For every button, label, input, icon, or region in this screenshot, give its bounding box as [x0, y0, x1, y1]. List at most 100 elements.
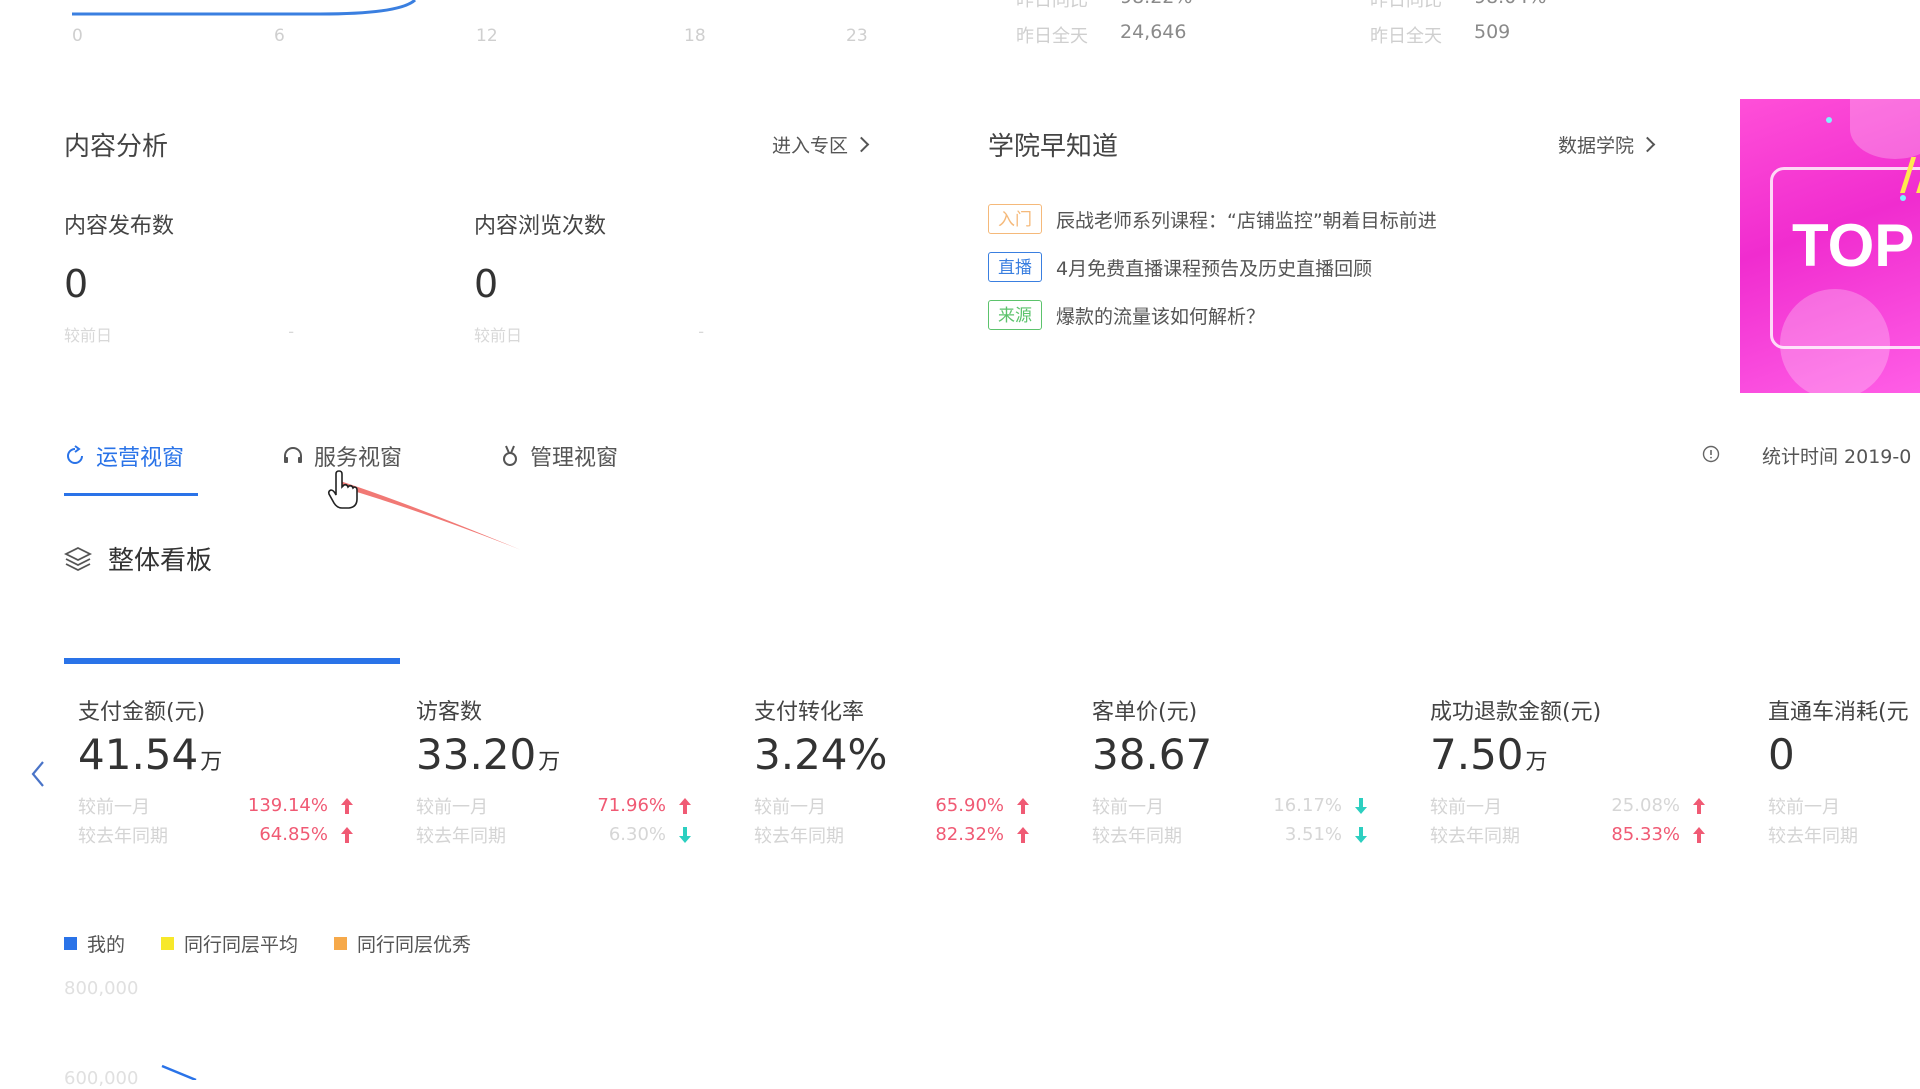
compare-year: 较去年同期 6.30%	[416, 820, 736, 849]
kpi-value: 38.67	[1092, 730, 1213, 779]
refresh-icon	[67, 445, 83, 464]
kpi-value: 7.50万	[1430, 730, 1548, 779]
metric-publish-count: 内容发布数 0 较前日 -	[64, 208, 294, 346]
kpi-ad-spend[interactable]: 直通车消耗(元 0 较前一月 较去年同期	[1768, 694, 1918, 849]
tab-management[interactable]: 管理视窗	[500, 440, 618, 472]
tab-active-indicator	[64, 493, 198, 496]
arrow-up-icon	[341, 826, 353, 843]
kpi-selected-indicator	[64, 658, 400, 664]
kpi-payment-amount[interactable]: 支付金额(元) 41.54万 较前一月 139.14% 较去年同期 64.85%	[78, 694, 398, 849]
content-analysis-title: 内容分析	[64, 132, 169, 162]
compare-month: 较前一月 16.17%	[1092, 791, 1412, 820]
arrow-down-icon	[679, 826, 691, 843]
arrow-down-icon	[1355, 826, 1367, 843]
tab-label: 运营视窗	[96, 446, 185, 471]
legend-label: 我的	[87, 934, 126, 956]
decor-dot	[1826, 117, 1832, 123]
list-item[interactable]: 入门 辰战老师系列课程：“店铺监控”朝着目标前进	[988, 202, 1437, 236]
stat-label: 昨日同比	[1016, 0, 1088, 11]
kpi-label: 支付转化率	[754, 700, 865, 725]
stat-value: 509	[1474, 21, 1511, 43]
compare-month: 较前一月 25.08%	[1430, 791, 1750, 820]
hourly-trend-line	[72, 0, 417, 16]
data-academy-label: 数据学院	[1558, 135, 1635, 157]
academy-list: 入门 辰战老师系列课程：“店铺监控”朝着目标前进 直播 4月免费直播课程预告及历…	[988, 202, 1437, 332]
kpi-label: 访客数	[416, 700, 483, 725]
chevron-right-icon	[853, 136, 870, 153]
stat-value: 98.04%	[1474, 0, 1546, 8]
legend-item[interactable]: 同行同层优秀	[334, 930, 471, 957]
legend-swatch	[64, 937, 77, 950]
y-axis-tick: 600,000	[64, 1068, 139, 1089]
kpi-label: 客单价(元)	[1092, 700, 1198, 725]
compare-year: 较去年同期 3.51%	[1092, 820, 1412, 849]
kpi-visitors[interactable]: 访客数 33.20万 较前一月 71.96% 较去年同期 6.30%	[416, 694, 736, 849]
headset-icon	[284, 447, 302, 463]
axis-tick: 12	[476, 26, 498, 46]
enter-zone-label: 进入专区	[772, 135, 849, 157]
kpi-value: 41.54万	[78, 730, 223, 779]
kpi-value: 3.24%	[754, 730, 888, 779]
chart-legend: 我的 同行同层平均 同行同层优秀	[64, 930, 471, 957]
metric-view-count: 内容浏览次数 0 较前日 -	[474, 208, 704, 346]
kpi-avg-order-value[interactable]: 客单价(元) 38.67 较前一月 16.17% 较去年同期 3.51%	[1092, 694, 1412, 849]
chevron-right-icon	[1639, 136, 1656, 153]
arrow-up-icon	[341, 797, 353, 814]
legend-item[interactable]: 我的	[64, 930, 125, 957]
metric-label: 内容浏览次数	[474, 214, 607, 239]
list-item[interactable]: 直播 4月免费直播课程预告及历史直播回顾	[988, 250, 1437, 284]
arrow-up-icon	[1017, 826, 1029, 843]
tag-live: 直播	[988, 252, 1042, 282]
banner-accent: //	[1900, 149, 1920, 200]
compare-year: 较去年同期 85.33%	[1430, 820, 1750, 849]
stat-value: 98.22%	[1120, 0, 1192, 8]
board-header: 整体看板	[64, 540, 212, 577]
arrow-up-icon	[1017, 797, 1029, 814]
news-title: 4月免费直播课程预告及历史直播回顾	[1056, 257, 1373, 280]
metric-compare-value: -	[288, 322, 294, 341]
kpi-label: 直通车消耗(元	[1768, 700, 1909, 725]
axis-tick: 18	[684, 26, 706, 46]
legend-label: 同行同层平均	[184, 934, 299, 956]
tab-label: 服务视窗	[314, 446, 403, 471]
news-title: 爆款的流量该如何解析？	[1056, 305, 1266, 328]
legend-item[interactable]: 同行同层平均	[161, 930, 298, 957]
axis-tick: 0	[72, 26, 83, 46]
stat-label: 昨日同比	[1370, 0, 1442, 11]
news-title: 辰战老师系列课程：“店铺监控”朝着目标前进	[1056, 209, 1437, 232]
enter-zone-link[interactable]: 进入专区	[772, 131, 870, 158]
metric-compare-label: 较前日	[64, 326, 113, 345]
metric-value: 0	[474, 262, 499, 306]
metric-value: 0	[64, 262, 89, 306]
stat-time: 统计时间 2019-0	[1762, 446, 1912, 468]
arrow-up-icon	[1693, 797, 1705, 814]
tag-source: 来源	[988, 300, 1042, 330]
stat-value: 24,646	[1120, 21, 1187, 43]
info-icon[interactable]	[1702, 445, 1720, 463]
compare-month: 较前一月	[1768, 796, 1840, 818]
academy-title: 学院早知道	[988, 132, 1119, 162]
kpi-refund-amount[interactable]: 成功退款金额(元) 7.50万 较前一月 25.08% 较去年同期 85.33%	[1430, 694, 1750, 849]
compare-month: 较前一月 71.96%	[416, 791, 736, 820]
list-item[interactable]: 来源 爆款的流量该如何解析？	[988, 298, 1437, 332]
kpi-label: 支付金额(元)	[78, 700, 206, 725]
series-line-mine	[161, 1064, 197, 1080]
metric-compare-label: 较前日	[474, 326, 523, 345]
data-academy-link[interactable]: 数据学院	[1558, 131, 1656, 158]
axis-tick: 6	[274, 26, 285, 46]
promo-banner[interactable]: // TOP	[1740, 99, 1920, 393]
y-axis-tick: 800,000	[64, 978, 139, 999]
compare-month: 较前一月 65.90%	[754, 791, 1074, 820]
chevron-left-icon[interactable]	[30, 760, 46, 788]
kpi-conversion-rate[interactable]: 支付转化率 3.24% 较前一月 65.90% 较去年同期 82.32%	[754, 694, 1074, 849]
legend-swatch	[334, 937, 348, 950]
compare-year: 较去年同期 82.32%	[754, 820, 1074, 849]
tab-operations[interactable]: 运营视窗	[64, 440, 184, 472]
medal-icon	[503, 445, 517, 466]
board-title: 整体看板	[108, 546, 213, 576]
hand-cursor-icon	[327, 470, 358, 509]
compare-year: 较去年同期 64.85%	[78, 820, 398, 849]
arrow-down-icon	[1355, 797, 1367, 814]
tab-label: 管理视窗	[530, 446, 619, 471]
tab-service[interactable]: 服务视窗	[282, 440, 402, 472]
